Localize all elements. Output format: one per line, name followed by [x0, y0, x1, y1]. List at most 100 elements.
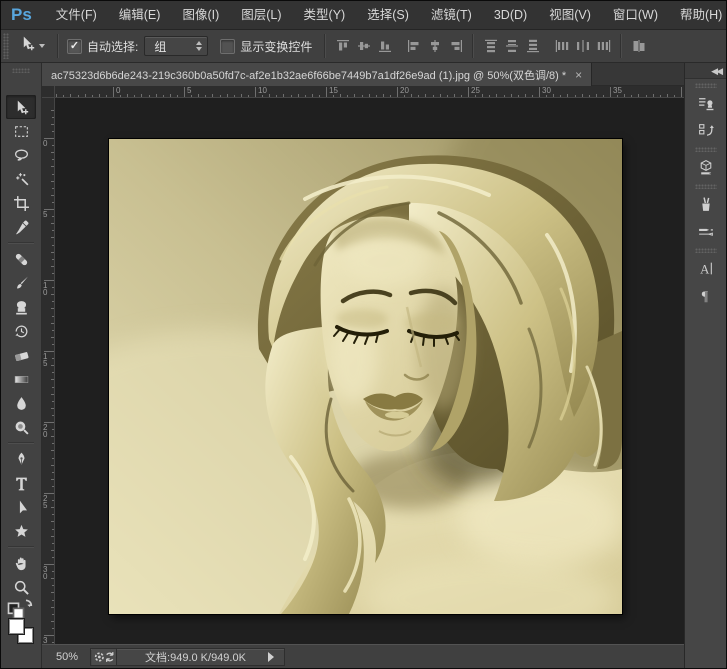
svg-text:¶: ¶ — [701, 288, 708, 303]
photoshop-window: Ps 文件(F)编辑(E)图像(I)图层(L)类型(Y)选择(S)滤镜(T)3D… — [0, 0, 727, 669]
marquee-tool[interactable] — [6, 119, 36, 143]
menu-item-window[interactable]: 窗口(W) — [602, 1, 669, 29]
brush-tool[interactable] — [6, 271, 36, 295]
ruler-tick — [52, 344, 54, 345]
auto-select-checkbox[interactable]: ✓ — [67, 39, 82, 54]
hand-tool[interactable] — [6, 551, 36, 575]
ruler-tick — [52, 529, 54, 530]
dist-left-button[interactable] — [551, 35, 572, 57]
brush-presets-panel-icon[interactable] — [690, 218, 722, 244]
tool-preset-picker[interactable] — [13, 35, 51, 57]
dist-right-button[interactable] — [593, 35, 614, 57]
ruler-tick — [589, 95, 590, 97]
options-bar: ✓ 自动选择: 组 显示变换控件 — [1, 30, 726, 63]
align-bottom-button[interactable] — [374, 35, 395, 57]
menu-item-image[interactable]: 图像(I) — [171, 1, 230, 29]
adobe-drive-icon[interactable] — [92, 649, 117, 665]
horizontal-ruler[interactable]: 05101520253035 — [55, 86, 684, 98]
ruler-tick — [624, 94, 625, 97]
ruler-tick — [241, 94, 242, 97]
close-icon[interactable]: × — [575, 69, 582, 81]
ruler-tick — [52, 614, 54, 615]
dock-group-grip[interactable] — [695, 248, 717, 253]
ruler-tick — [52, 458, 54, 459]
ruler-tick — [177, 95, 178, 97]
dock-group-grip[interactable] — [695, 184, 717, 189]
tab-bar-empty — [592, 63, 684, 86]
dodge-tool[interactable] — [6, 415, 36, 439]
crop-tool[interactable] — [6, 191, 36, 215]
menu-item-help[interactable]: 帮助(H) — [669, 1, 727, 29]
magic-wand-tool[interactable] — [6, 167, 36, 191]
gradient-tool[interactable] — [6, 367, 36, 391]
menu-item-select[interactable]: 选择(S) — [356, 1, 420, 29]
show-transform-checkbox[interactable] — [220, 39, 235, 54]
menu-item-layer[interactable]: 图层(L) — [230, 1, 292, 29]
menu-item-3d[interactable]: 3D(D) — [483, 1, 538, 29]
canvas-image[interactable] — [109, 139, 622, 614]
collapse-panels-icon[interactable]: ◀◀ — [711, 66, 721, 76]
dist-top-button[interactable] — [480, 35, 501, 57]
align-top-button[interactable] — [332, 35, 353, 57]
ruler-tick — [610, 87, 611, 97]
ruler-tick — [52, 216, 54, 217]
ruler-tick — [255, 87, 256, 97]
character-panel-icon[interactable]: A — [690, 255, 722, 281]
history-panel-icon[interactable] — [690, 90, 722, 116]
paragraph-panel-icon[interactable]: ¶ — [690, 282, 722, 308]
menu-item-edit[interactable]: 编辑(E) — [108, 1, 172, 29]
move-tool[interactable] — [6, 95, 36, 119]
ruler-tick — [376, 95, 377, 97]
align-vcenter-button[interactable] — [353, 35, 374, 57]
ruler-label: 35 — [613, 86, 622, 95]
type-tool[interactable] — [6, 471, 36, 495]
ruler-tick — [369, 94, 370, 97]
lasso-tool[interactable] — [6, 143, 36, 167]
ruler-tick — [425, 94, 426, 97]
menu-item-view[interactable]: 视图(V) — [538, 1, 602, 29]
actions-panel-icon[interactable] — [690, 117, 722, 143]
eraser-tool[interactable] — [6, 343, 36, 367]
healing-brush-tool[interactable] — [6, 247, 36, 271]
ruler-tick — [575, 95, 576, 97]
ruler-tick — [227, 94, 228, 97]
clone-stamp-tool[interactable] — [6, 295, 36, 319]
ruler-tick — [163, 95, 164, 97]
document-tab[interactable]: ac75323d6b6de243-219c360b0a50fd7c-af2e1b… — [42, 63, 592, 86]
ruler-tick — [51, 592, 54, 593]
history-brush-tool[interactable] — [6, 319, 36, 343]
ruler-origin-corner[interactable] — [42, 86, 55, 98]
align-hcenter-button[interactable] — [424, 35, 445, 57]
pen-tool[interactable] — [6, 447, 36, 471]
canvas-viewport[interactable] — [55, 98, 684, 644]
ruler-tick — [560, 95, 561, 97]
foreground-color-swatch[interactable] — [8, 618, 25, 635]
options-bar-grip[interactable] — [3, 33, 9, 59]
path-select-tool[interactable] — [6, 495, 36, 519]
default-swap-colors[interactable] — [6, 601, 36, 616]
dist-bottom-button[interactable] — [522, 35, 543, 57]
vertical-ruler[interactable]: 05101520253035 — [42, 98, 55, 644]
align-right-button[interactable] — [445, 35, 466, 57]
dist-vcenter-button[interactable] — [501, 35, 522, 57]
blur-tool[interactable] — [6, 391, 36, 415]
ruler-tick — [52, 259, 54, 260]
zoom-level-field[interactable]: 50% — [42, 651, 90, 663]
shape-tool[interactable] — [6, 519, 36, 543]
align-left-button[interactable] — [403, 35, 424, 57]
dock-group-grip[interactable] — [695, 83, 717, 88]
materials-panel-icon[interactable] — [690, 154, 722, 180]
menu-item-type[interactable]: 类型(Y) — [293, 1, 357, 29]
eyedropper-tool[interactable] — [6, 215, 36, 239]
menu-item-file[interactable]: 文件(F) — [45, 1, 108, 29]
menu-item-filter[interactable]: 滤镜(T) — [420, 1, 483, 29]
auto-align-button[interactable] — [628, 35, 649, 57]
dist-hcenter-button[interactable] — [572, 35, 593, 57]
status-options-arrow-icon[interactable] — [268, 652, 274, 662]
auto-select-target-dropdown[interactable]: 组 — [144, 36, 208, 56]
ruler-tick — [631, 95, 632, 97]
tool-presets-panel-icon[interactable] — [690, 191, 722, 217]
separator — [472, 34, 474, 58]
ruler-tick — [496, 94, 497, 97]
dock-group-grip[interactable] — [695, 147, 717, 152]
